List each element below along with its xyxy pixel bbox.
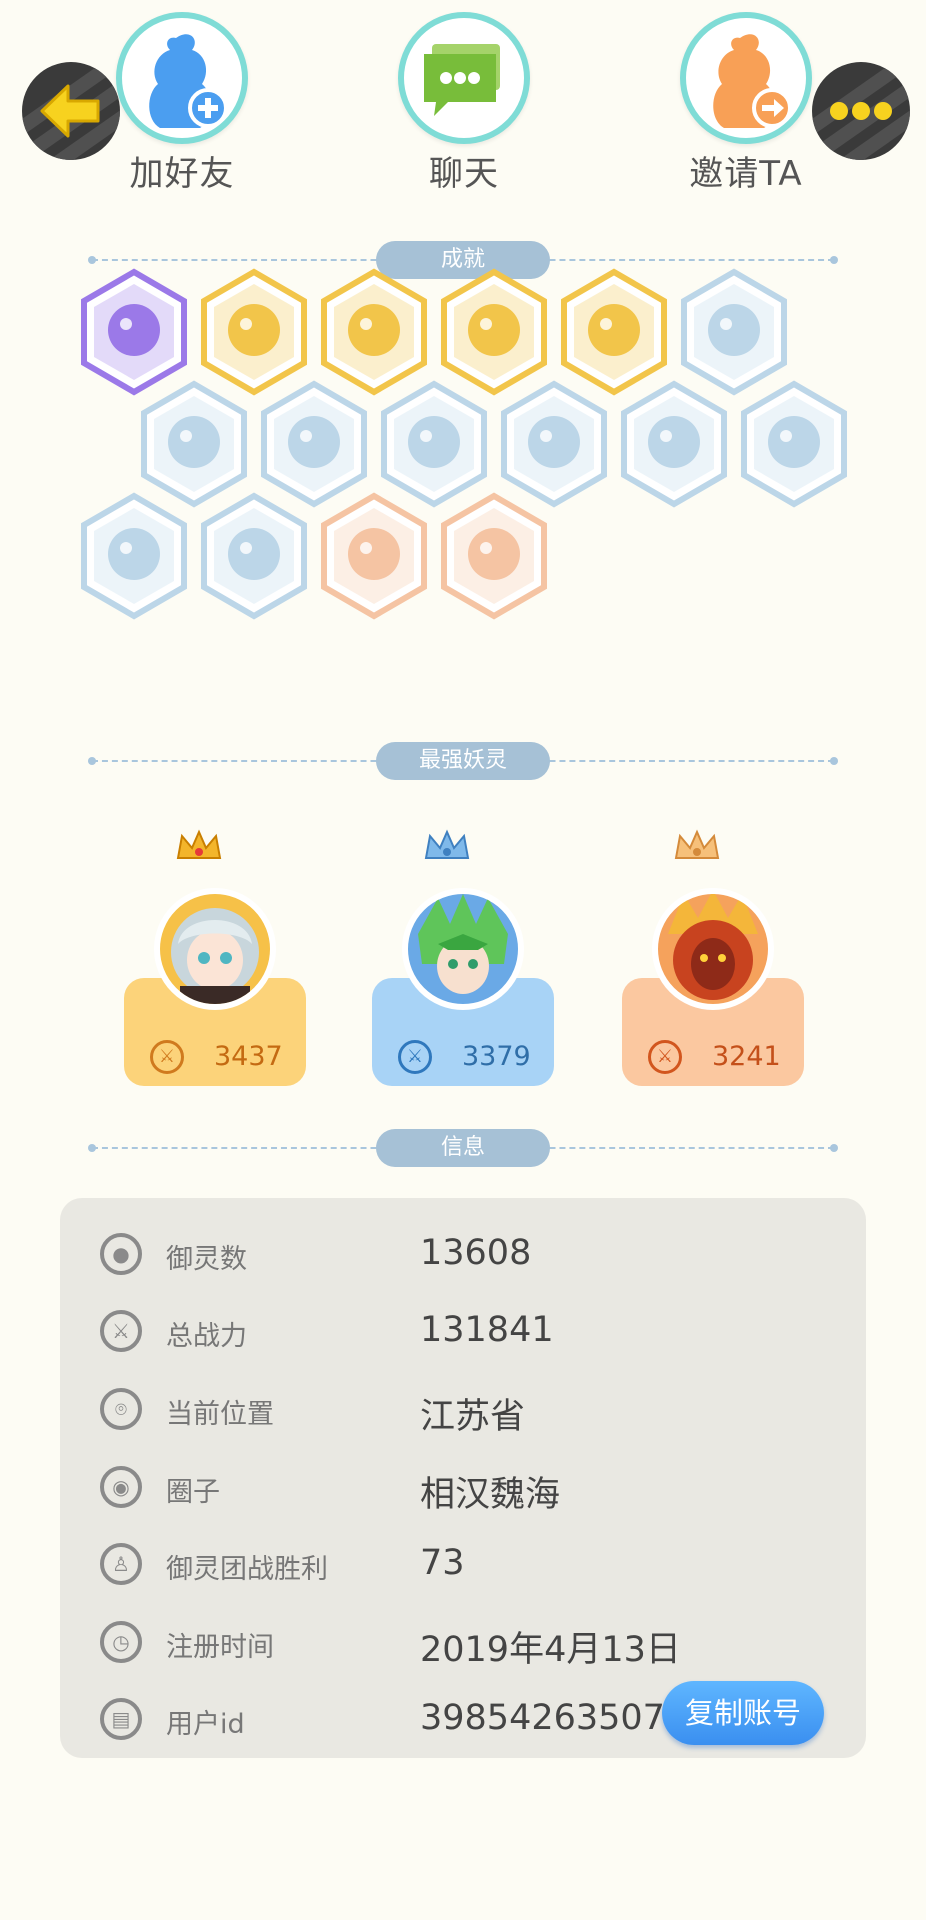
info-key: 用户id	[166, 1709, 245, 1740]
copy-account-button[interactable]: 复制账号	[662, 1681, 824, 1745]
achievement-badge-purple-demon[interactable]	[78, 268, 190, 396]
info-row-register-time: ◷ 注册时间 2019年4月13日	[60, 1608, 866, 1678]
crown-icon	[672, 828, 722, 877]
info-key: 圈子	[166, 1477, 220, 1508]
back-arrow-icon	[40, 84, 100, 138]
pet-power: 3241	[712, 1041, 781, 1072]
info-row-team-wins: ♙ 御灵团战胜利 73	[60, 1530, 866, 1600]
add-friend-action[interactable]: 加好友	[112, 12, 252, 195]
info-value: 2019年4月13日	[420, 1630, 681, 1670]
invite-label: 邀请TA	[689, 154, 803, 194]
trophy-figure-icon: ♙	[100, 1543, 142, 1585]
id-card-icon: ▤	[100, 1698, 142, 1740]
sword-icon: ⚔	[100, 1310, 142, 1352]
info-value: 131841	[420, 1310, 554, 1350]
achievement-badge-gold-taiji-tablet[interactable]	[438, 268, 550, 396]
achievement-badge-gold-orb[interactable]	[198, 268, 310, 396]
info-key: 注册时间	[166, 1632, 274, 1663]
more-button[interactable]	[812, 62, 910, 160]
info-row-circle: ◉ 圈子 相汉魏海	[60, 1453, 866, 1523]
info-row-location: ⌾ 当前位置 江苏省	[60, 1375, 866, 1445]
info-row-spirit-count: ● 御灵数 13608	[60, 1220, 866, 1290]
achievement-badge-blue-stroller[interactable]	[618, 380, 730, 508]
info-key: 总战力	[166, 1321, 247, 1352]
achievement-badge-gold-taiji-swirl[interactable]	[318, 268, 430, 396]
chat-action[interactable]: 聊天	[394, 12, 534, 195]
info-key: 当前位置	[166, 1399, 274, 1430]
info-title: 信息	[376, 1129, 550, 1167]
achievement-badge-blue-portal[interactable]	[138, 380, 250, 508]
chat-icon	[398, 12, 530, 144]
crown-icon	[174, 828, 224, 877]
add-friend-label: 加好友	[129, 154, 235, 194]
add-friend-icon	[116, 12, 248, 144]
achievement-badge-blue-ghost-cat[interactable]	[198, 492, 310, 620]
pet-power: 3379	[462, 1041, 531, 1072]
info-row-user-id: ▤ 用户id 39854263507 复制账号	[60, 1681, 866, 1755]
sword-icon: ⚔	[398, 1040, 432, 1074]
pet-portrait	[652, 888, 774, 1010]
info-key: 御灵团战胜利	[166, 1554, 328, 1585]
location-pin-icon: ⌾	[100, 1388, 142, 1430]
info-value: 江苏省	[420, 1397, 526, 1437]
pet-power: 3437	[214, 1041, 283, 1072]
spirit-icon: ●	[100, 1233, 142, 1275]
chat-label: 聊天	[429, 154, 499, 194]
achievement-badge-orange-fish-spirit[interactable]	[318, 492, 430, 620]
back-button[interactable]	[22, 62, 120, 160]
info-value: 13608	[420, 1233, 532, 1273]
strongest-title: 最强妖灵	[376, 742, 550, 780]
achievement-badge-blue-crystal[interactable]	[378, 380, 490, 508]
sword-icon: ⚔	[150, 1040, 184, 1074]
sword-icon: ⚔	[648, 1040, 682, 1074]
info-value: 39854263507	[420, 1698, 665, 1738]
circle-target-icon: ◉	[100, 1466, 142, 1508]
pet-portrait	[154, 888, 276, 1010]
more-dots-icon	[830, 102, 892, 120]
clock-icon: ◷	[100, 1621, 142, 1663]
info-row-total-power: ⚔ 总战力 131841	[60, 1297, 866, 1367]
achievement-badge-orange-horned-statue[interactable]	[438, 492, 550, 620]
info-value: 相汉魏海	[420, 1475, 561, 1515]
achievement-badge-blue-sneaker[interactable]	[678, 268, 790, 396]
crown-icon	[422, 828, 472, 877]
invite-icon	[680, 12, 812, 144]
achievement-badge-blue-moons[interactable]	[258, 380, 370, 508]
invite-action[interactable]: 邀请TA	[676, 12, 816, 195]
info-value: 73	[420, 1543, 465, 1583]
pet-portrait	[402, 888, 524, 1010]
info-panel: ● 御灵数 13608 ⚔ 总战力 131841 ⌾ 当前位置 江苏省 ◉ 圈子…	[60, 1198, 866, 1758]
achievement-badge-gold-fox-book[interactable]	[558, 268, 670, 396]
achievement-badge-blue-cat-balloon[interactable]	[738, 380, 850, 508]
achievement-badge-blue-shield[interactable]	[78, 492, 190, 620]
info-key: 御灵数	[166, 1244, 247, 1275]
achievement-badge-blue-dragon-statue[interactable]	[498, 380, 610, 508]
